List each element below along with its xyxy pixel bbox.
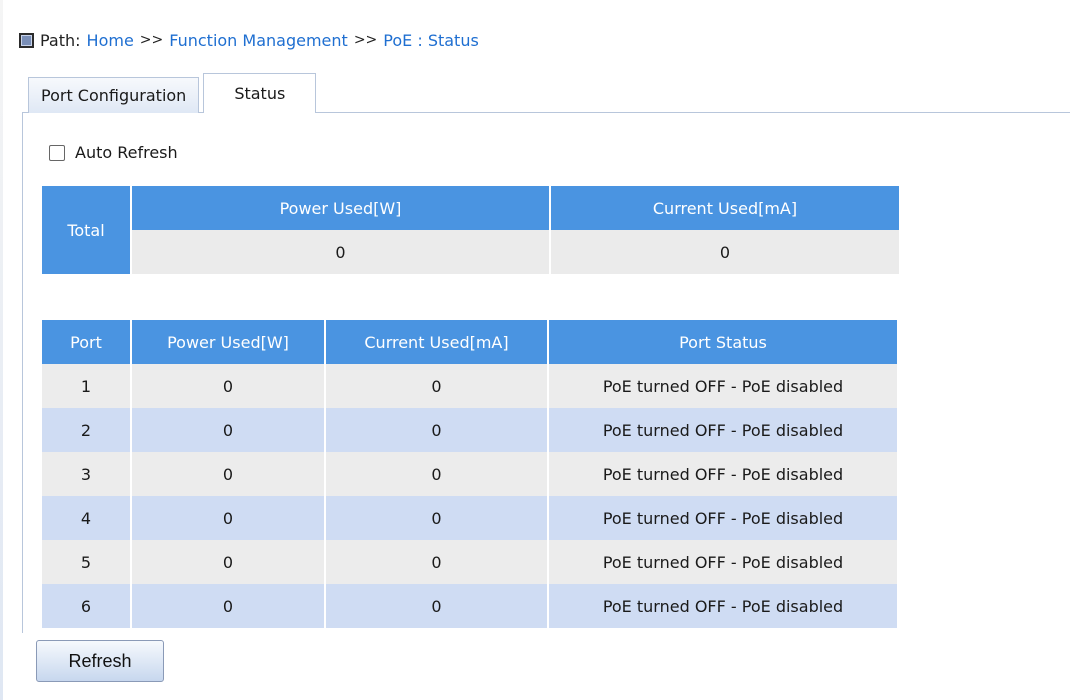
tab-bar: Port Configuration Status (28, 73, 317, 113)
cell-power-used: 0 (132, 452, 324, 496)
cell-power-used: 0 (132, 540, 324, 584)
header-power-used: Power Used[W] (132, 320, 324, 364)
cell-port: 6 (42, 584, 130, 628)
cell-port: 3 (42, 452, 130, 496)
path-label: Path: (40, 30, 81, 50)
breadcrumb: Path: Home >> Function Management >> PoE… (19, 27, 479, 53)
cell-port-status: PoE turned OFF - PoE disabled (549, 364, 897, 408)
total-power-used-header: Power Used[W] (132, 186, 549, 230)
auto-refresh-checkbox[interactable] (49, 144, 65, 161)
breadcrumb-home[interactable]: Home (87, 31, 134, 50)
table-row: 4 0 0 PoE turned OFF - PoE disabled (42, 496, 897, 540)
header-current-used: Current Used[mA] (326, 320, 547, 364)
cell-power-used: 0 (132, 496, 324, 540)
cell-port: 1 (42, 364, 130, 408)
port-status-table: Port Power Used[W] Current Used[mA] Port… (40, 320, 899, 628)
table-row: 1 0 0 PoE turned OFF - PoE disabled (42, 364, 897, 408)
total-row-label: Total (42, 186, 130, 274)
table-row: 2 0 0 PoE turned OFF - PoE disabled (42, 408, 897, 452)
path-square-icon (19, 32, 34, 48)
table-row: 5 0 0 PoE turned OFF - PoE disabled (42, 540, 897, 584)
total-table: Total Power Used[W] Current Used[mA] 0 0 (40, 186, 901, 274)
cell-port-status: PoE turned OFF - PoE disabled (549, 540, 897, 584)
cell-power-used: 0 (132, 584, 324, 628)
breadcrumb-separator: >> (139, 32, 164, 48)
tab-status[interactable]: Status (203, 73, 317, 113)
table-row: 3 0 0 PoE turned OFF - PoE disabled (42, 452, 897, 496)
cell-power-used: 0 (132, 364, 324, 408)
cell-port: 4 (42, 496, 130, 540)
cell-current-used: 0 (326, 452, 547, 496)
cell-port: 5 (42, 540, 130, 584)
cell-port: 2 (42, 408, 130, 452)
cell-port-status: PoE turned OFF - PoE disabled (549, 452, 897, 496)
auto-refresh-control[interactable]: Auto Refresh (49, 143, 178, 162)
cell-power-used: 0 (132, 408, 324, 452)
refresh-button[interactable]: Refresh (36, 640, 164, 682)
header-port-status: Port Status (549, 320, 897, 364)
header-port: Port (42, 320, 130, 364)
cell-current-used: 0 (326, 408, 547, 452)
cell-port-status: PoE turned OFF - PoE disabled (549, 584, 897, 628)
cell-current-used: 0 (326, 364, 547, 408)
port-table-header-row: Port Power Used[W] Current Used[mA] Port… (42, 320, 897, 364)
left-frame-edge (0, 0, 3, 700)
total-current-used-value: 0 (551, 230, 899, 274)
cell-current-used: 0 (326, 584, 547, 628)
cell-port-status: PoE turned OFF - PoE disabled (549, 408, 897, 452)
cell-current-used: 0 (326, 496, 547, 540)
total-power-used-value: 0 (132, 230, 549, 274)
tab-port-configuration[interactable]: Port Configuration (28, 77, 200, 113)
auto-refresh-label: Auto Refresh (75, 143, 178, 162)
breadcrumb-poe-status[interactable]: PoE : Status (383, 31, 479, 50)
table-row: 6 0 0 PoE turned OFF - PoE disabled (42, 584, 897, 628)
breadcrumb-separator: >> (353, 32, 378, 48)
total-current-used-header: Current Used[mA] (551, 186, 899, 230)
breadcrumb-function-management[interactable]: Function Management (169, 31, 348, 50)
cell-current-used: 0 (326, 540, 547, 584)
cell-port-status: PoE turned OFF - PoE disabled (549, 496, 897, 540)
